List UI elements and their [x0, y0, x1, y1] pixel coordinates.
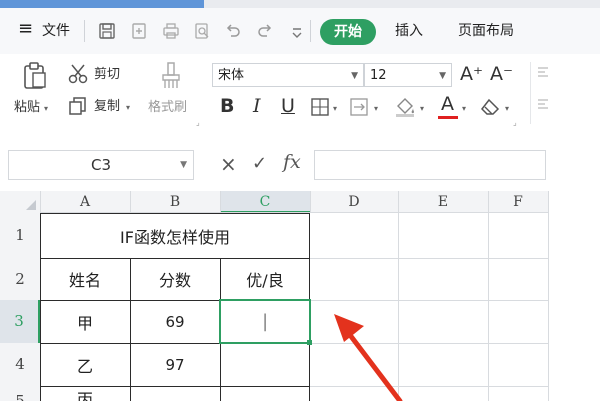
tab-insert[interactable]: 插入: [395, 22, 423, 40]
file-menu[interactable]: 文件: [42, 22, 70, 40]
cell-b2[interactable]: 分数: [130, 258, 220, 300]
paste-dropdown-icon[interactable]: ▾: [44, 104, 48, 114]
row-header-2[interactable]: 2: [0, 258, 40, 300]
scissors-icon[interactable]: [68, 64, 90, 84]
font-name-value: 宋体: [218, 68, 245, 83]
formula-input[interactable]: [314, 150, 546, 180]
font-color-swatch: [438, 116, 458, 119]
menu-bar: ≡ 文件 开始 插入 页面布局: [0, 8, 600, 54]
ribbon-home: 粘贴 ▾ 剪切 复制 ▾ 格式刷 ⌟ 宋体 ▼ 12 ▼ A⁺ A⁻ B I U ▾…: [0, 54, 548, 130]
tab-page-layout[interactable]: 页面布局: [458, 22, 514, 40]
gridline: [220, 191, 221, 213]
column-header-e[interactable]: E: [398, 191, 488, 213]
fill-color-icon[interactable]: [394, 96, 418, 118]
red-arrow-annotation: [334, 314, 403, 401]
increase-font-size-button[interactable]: A⁺: [460, 63, 483, 85]
cell-b5[interactable]: [130, 386, 220, 401]
hamburger-menu-icon[interactable]: ≡: [18, 20, 33, 38]
export-icon[interactable]: [130, 22, 148, 40]
clear-dropdown-icon[interactable]: ▾: [505, 104, 509, 114]
gridline: [488, 191, 489, 401]
fill-color-dropdown-icon[interactable]: ▾: [420, 104, 424, 114]
clipboard-dialog-launcher-icon[interactable]: ⌟: [196, 118, 200, 128]
cell-c3-active[interactable]: |: [219, 299, 311, 344]
gridline: [310, 258, 548, 259]
font-color-dropdown-icon[interactable]: ▾: [462, 104, 466, 114]
row-header-5[interactable]: 5: [0, 386, 40, 401]
cell-a3[interactable]: 甲: [40, 300, 130, 343]
cell-c2[interactable]: 优/良: [220, 258, 310, 300]
redo-icon[interactable]: [256, 22, 274, 40]
cell-c5[interactable]: [220, 386, 310, 401]
cell-a1-merged-title[interactable]: IF函数怎样使用: [40, 213, 310, 258]
menu-divider: [310, 20, 311, 42]
bold-button[interactable]: B: [220, 95, 234, 117]
cell-a4[interactable]: 乙: [40, 343, 130, 386]
top-progress-strip: [0, 0, 600, 8]
row-header-4[interactable]: 4: [0, 343, 40, 386]
format-painter-button[interactable]: 格式刷: [148, 100, 187, 116]
borders-dropdown-icon[interactable]: ▾: [333, 104, 337, 114]
cell-b3[interactable]: 69: [130, 300, 220, 343]
gridline: [130, 191, 131, 213]
print-preview-icon[interactable]: [193, 22, 211, 40]
gridline: [40, 191, 41, 213]
print-icon[interactable]: [162, 22, 180, 40]
chevron-down-icon: ▼: [180, 160, 187, 170]
select-all-corner[interactable]: [0, 191, 40, 213]
merge-cells-icon[interactable]: [350, 98, 370, 116]
cell-b4[interactable]: 97: [130, 343, 220, 386]
column-header-c[interactable]: C: [220, 191, 310, 213]
column-header-d[interactable]: D: [310, 191, 398, 213]
row-header-3[interactable]: 3: [0, 300, 40, 343]
font-size-select[interactable]: 12 ▼: [364, 63, 452, 87]
confirm-edit-button[interactable]: ✓: [252, 153, 267, 174]
name-box[interactable]: C3 ▼: [8, 150, 194, 180]
eraser-icon[interactable]: [480, 98, 502, 116]
row-header-1[interactable]: 1: [0, 213, 40, 258]
cell-a2[interactable]: 姓名: [40, 258, 130, 300]
copy-icon[interactable]: [68, 96, 88, 116]
column-header-a[interactable]: A: [40, 191, 130, 213]
gridline: [310, 191, 311, 213]
column-header-f[interactable]: F: [488, 191, 548, 213]
name-box-value: C3: [90, 156, 112, 174]
chevron-down-icon: ▼: [351, 71, 358, 81]
insert-function-button[interactable]: fx: [283, 151, 301, 173]
progress-fill: [0, 0, 204, 8]
align-left-icon[interactable]: [538, 98, 548, 112]
paste-icon[interactable]: [22, 62, 48, 90]
cell-a5[interactable]: 丙: [40, 386, 130, 401]
font-name-select[interactable]: 宋体 ▼: [212, 63, 364, 87]
cell-c4[interactable]: [220, 343, 310, 386]
font-dialog-launcher-icon[interactable]: ⌟: [513, 118, 517, 128]
italic-button[interactable]: I: [253, 95, 261, 117]
menu-divider: [84, 20, 85, 42]
merge-dropdown-icon[interactable]: ▾: [374, 104, 378, 114]
copy-button[interactable]: 复制: [94, 99, 120, 115]
ribbon-overflow-area: [548, 54, 600, 130]
font-color-button[interactable]: A: [441, 93, 454, 115]
format-painter-icon[interactable]: [160, 62, 182, 90]
chevron-down-icon: ▼: [439, 71, 446, 81]
customize-dropdown-icon[interactable]: [288, 25, 306, 43]
font-size-value: 12: [370, 68, 387, 83]
ribbon-divider: [530, 62, 531, 124]
paste-button[interactable]: 粘贴: [14, 100, 40, 116]
gridline: [548, 191, 549, 401]
align-top-icon[interactable]: [538, 66, 548, 80]
copy-dropdown-icon[interactable]: ▾: [126, 103, 130, 113]
underline-button[interactable]: U: [281, 95, 295, 117]
column-header-b[interactable]: B: [130, 191, 220, 213]
cancel-edit-button[interactable]: ×: [220, 152, 237, 176]
borders-icon[interactable]: [311, 98, 329, 116]
decrease-font-size-button[interactable]: A⁻: [490, 63, 513, 85]
save-icon[interactable]: [98, 22, 116, 40]
undo-icon[interactable]: [224, 22, 242, 40]
tab-home[interactable]: 开始: [320, 19, 376, 45]
cut-button[interactable]: 剪切: [94, 67, 120, 83]
